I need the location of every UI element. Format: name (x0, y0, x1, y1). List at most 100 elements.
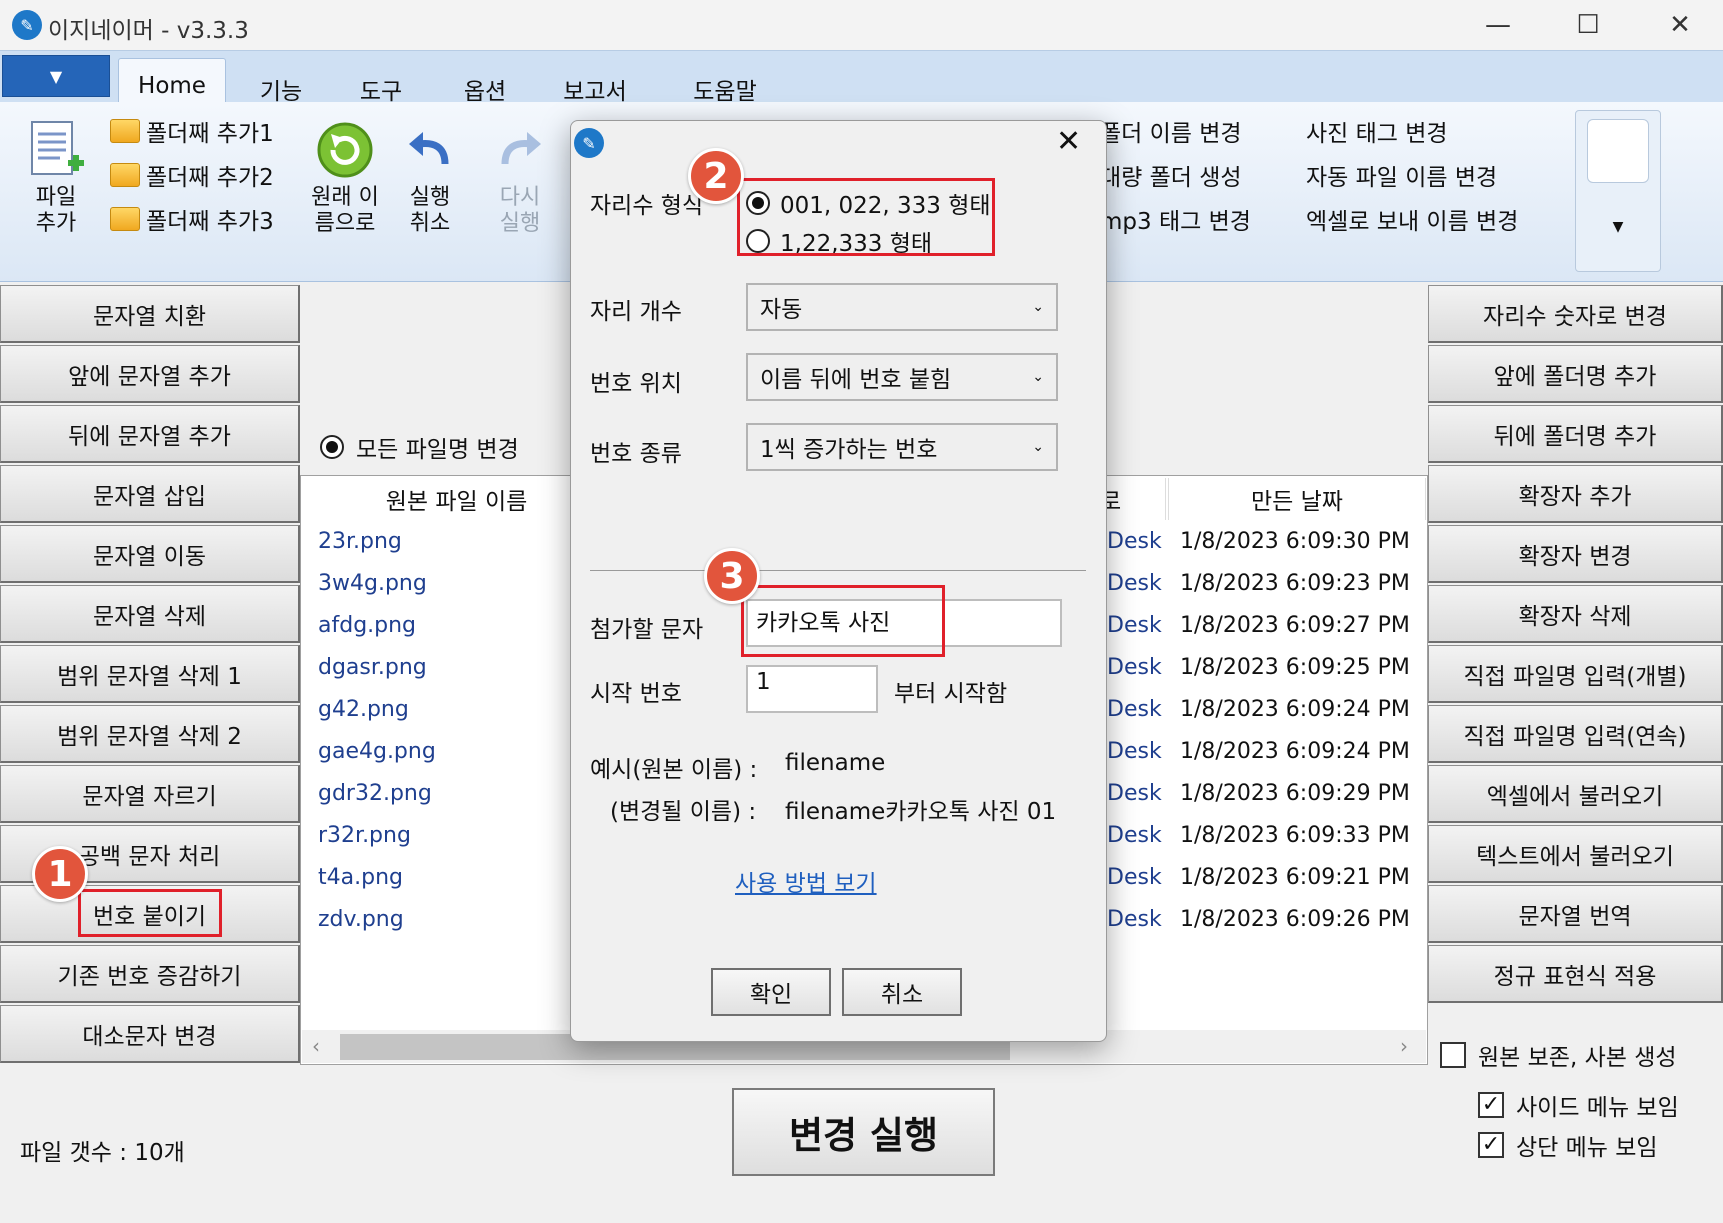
menu-range-delete-2[interactable]: 범위 문자열 삭제 2 (0, 705, 300, 763)
add-folder-2-button[interactable]: 폴더째 추가2 (110, 158, 274, 192)
menu-delete-string[interactable]: 문자열 삭제 (0, 585, 300, 643)
mp3-tag-button[interactable]: mp3 태그 변경 (1100, 202, 1251, 236)
execute-button[interactable]: 변경 실행 (732, 1088, 995, 1176)
add-folder-3-button[interactable]: 폴더째 추가3 (110, 202, 274, 236)
file-name[interactable]: t4a.png (318, 857, 436, 899)
chevron-down-icon[interactable]: ▼ (1576, 219, 1660, 235)
menu-direct-input-single[interactable]: 직접 파일명 입력(개별) (1428, 645, 1723, 703)
file-name[interactable]: afdg.png (318, 605, 436, 647)
tab-help[interactable]: 도움말 (680, 58, 770, 105)
menu-adjust-number[interactable]: 기존 번호 증감하기 (0, 945, 300, 1003)
number-type-label: 번호 종류 (590, 441, 682, 467)
menu-append-folder[interactable]: 뒤에 폴더명 추가 (1428, 405, 1723, 463)
rename-folder-button[interactable]: 폴더 이름 변경 (1100, 114, 1242, 148)
keep-original-checkbox[interactable] (1440, 1042, 1466, 1068)
show-side-checkbox[interactable]: ✓ (1478, 1092, 1504, 1118)
menu-string-replace[interactable]: 문자열 치환 (0, 285, 300, 343)
file-name[interactable]: dgasr.png (318, 647, 436, 689)
undo-button[interactable]: 실행 취소 (395, 115, 465, 237)
number-type-select[interactable]: 1씩 증가하는 번호 ⌄ (746, 423, 1058, 471)
file-path: Desk (1107, 907, 1162, 932)
mode-all-files[interactable]: 모든 파일명 변경 (320, 430, 519, 464)
menu-digit-to-number[interactable]: 자리수 숫자로 변경 (1428, 285, 1723, 343)
scroll-left-icon[interactable]: ‹ (312, 1034, 320, 1058)
file-date: 1/8/2023 6:09:27 PM (1180, 613, 1410, 638)
tab-tools[interactable]: 도구 (345, 58, 417, 105)
ok-button[interactable]: 확인 (711, 968, 831, 1016)
bulk-folder-create-button[interactable]: 대량 폴더 생성 (1100, 158, 1242, 192)
menu-direct-input-serial[interactable]: 직접 파일명 입력(연속) (1428, 705, 1723, 763)
tab-options[interactable]: 옵션 (445, 58, 525, 105)
close-window-button[interactable]: ✕ (1650, 6, 1710, 44)
redo-button[interactable]: 다시 실행 (485, 115, 555, 237)
menu-append-string[interactable]: 뒤에 문자열 추가 (0, 405, 300, 463)
highlight-add-number (78, 889, 222, 937)
menu-regex[interactable]: 정규 표현식 적용 (1428, 945, 1723, 1003)
digit-format-label: 자리수 형식 (590, 193, 704, 219)
menu-change-case[interactable]: 대소문자 변경 (0, 1005, 300, 1063)
ribbon-gallery[interactable]: ▼ (1575, 110, 1661, 272)
file-path: Desk (1107, 823, 1162, 848)
file-name[interactable]: 23r.png (318, 521, 436, 563)
file-name[interactable]: gae4g.png (318, 731, 436, 773)
menu-translate-string[interactable]: 문자열 번역 (1428, 885, 1723, 943)
menu-import-excel[interactable]: 엑셀에서 불러오기 (1428, 765, 1723, 823)
maximize-button[interactable]: ☐ (1558, 6, 1618, 44)
tab-report[interactable]: 보고서 (545, 58, 645, 105)
col-original-name[interactable]: 원본 파일 이름 (302, 478, 612, 520)
add-folder-1-button[interactable]: 폴더째 추가1 (110, 114, 274, 148)
dialog-divider (590, 570, 1086, 571)
cancel-button[interactable]: 취소 (842, 968, 962, 1016)
file-name[interactable]: r32r.png (318, 815, 436, 857)
file-date: 1/8/2023 6:09:33 PM (1180, 823, 1410, 848)
app-logo-icon: ✎ (12, 10, 42, 40)
menu-add-extension[interactable]: 확장자 추가 (1428, 465, 1723, 523)
col-path[interactable]: 로 (1100, 478, 1166, 520)
keep-original-option[interactable]: 원본 보존, 사본 생성 (1440, 1038, 1677, 1072)
add-file-button[interactable]: 파일 추가 (20, 115, 92, 237)
menu-prepend-string[interactable]: 앞에 문자열 추가 (0, 345, 300, 403)
number-pos-label: 번호 위치 (590, 371, 682, 397)
number-pos-select[interactable]: 이름 뒤에 번호 붙힘 ⌄ (746, 353, 1058, 401)
example-changed-value: filename카카오톡 사진 01 (785, 799, 1057, 825)
numbering-dialog (570, 120, 1107, 1042)
show-top-checkbox[interactable]: ✓ (1478, 1132, 1504, 1158)
help-link[interactable]: 사용 방법 보기 (735, 864, 877, 898)
menu-range-delete-1[interactable]: 범위 문자열 삭제 1 (0, 645, 300, 703)
add-text-label: 첨가할 문자 (590, 617, 704, 643)
file-path: Desk (1107, 655, 1162, 680)
file-name[interactable]: 3w4g.png (318, 563, 436, 605)
digit-count-select[interactable]: 자동 ⌄ (746, 283, 1058, 331)
photo-tag-button[interactable]: 사진 태그 변경 (1306, 114, 1448, 148)
file-path: Desk (1107, 697, 1162, 722)
restore-original-name-button[interactable]: 원래 이 름으로 (300, 115, 390, 237)
app-menu-button[interactable]: ▼ (2, 55, 110, 97)
chevron-down-icon: ▼ (49, 66, 63, 86)
menu-delete-extension[interactable]: 확장자 삭제 (1428, 585, 1723, 643)
menu-insert-string[interactable]: 문자열 삽입 (0, 465, 300, 523)
show-top-option[interactable]: ✓ 상단 메뉴 보임 (1478, 1128, 1658, 1162)
folder-icon (110, 207, 140, 231)
auto-rename-button[interactable]: 자동 파일 이름 변경 (1306, 158, 1497, 192)
dialog-close-icon[interactable]: ✕ (1056, 124, 1081, 159)
start-number-input[interactable]: 1 (746, 665, 878, 713)
undo-label: 실행 취소 (409, 185, 451, 236)
excel-export-rename-button[interactable]: 엑셀로 보내 이름 변경 (1306, 202, 1518, 236)
menu-cut-string[interactable]: 문자열 자르기 (0, 765, 300, 823)
show-side-option[interactable]: ✓ 사이드 메뉴 보임 (1478, 1088, 1679, 1122)
menu-prepend-folder[interactable]: 앞에 폴더명 추가 (1428, 345, 1723, 403)
file-name[interactable]: g42.png (318, 689, 436, 731)
mode-label: 모든 파일명 변경 (356, 437, 519, 463)
tab-function[interactable]: 기능 (245, 58, 317, 105)
scroll-right-icon[interactable]: › (1400, 1034, 1408, 1058)
mode-radio[interactable] (320, 435, 344, 459)
file-name[interactable]: zdv.png (318, 899, 436, 941)
keep-original-label: 원본 보존, 사본 생성 (1478, 1045, 1677, 1071)
file-name[interactable]: gdr32.png (318, 773, 436, 815)
menu-move-string[interactable]: 문자열 이동 (0, 525, 300, 583)
menu-import-text[interactable]: 텍스트에서 불러오기 (1428, 825, 1723, 883)
col-created-date[interactable]: 만든 날짜 (1168, 478, 1426, 520)
minimize-button[interactable]: — (1468, 6, 1528, 44)
menu-change-extension[interactable]: 확장자 변경 (1428, 525, 1723, 583)
tab-home[interactable]: Home (118, 58, 226, 102)
